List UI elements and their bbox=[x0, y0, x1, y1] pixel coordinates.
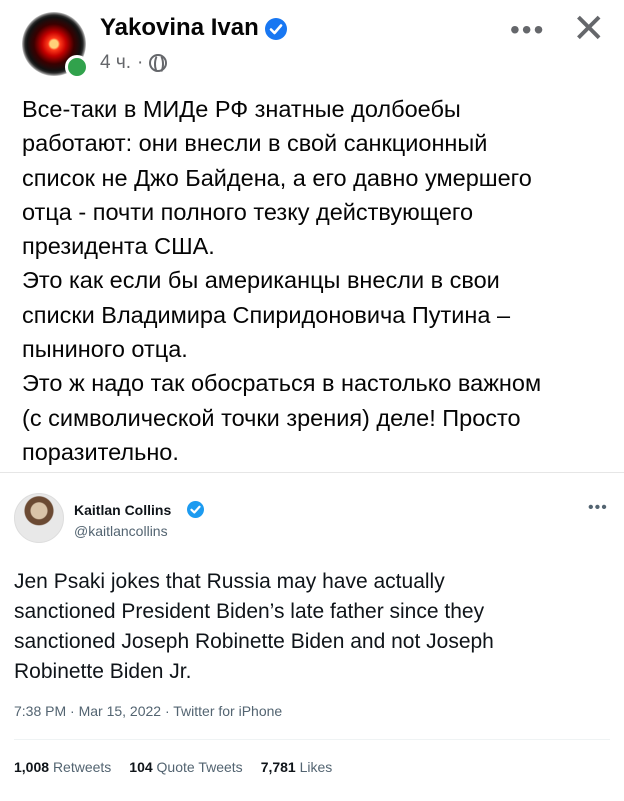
author-name[interactable]: Yakovina Ivan bbox=[100, 14, 259, 42]
post-time[interactable]: 4 ч. bbox=[100, 52, 131, 74]
retweets-count: 1,008 bbox=[14, 759, 50, 775]
tweet-more-icon[interactable]: ••• bbox=[588, 499, 608, 517]
post-line: поразительно. bbox=[22, 438, 179, 465]
post-header: Yakovina Ivan 4 ч. · ••• ✕ bbox=[0, 0, 624, 90]
retweets-stat[interactable]: 1,008 Retweets bbox=[14, 759, 111, 775]
post-text: Все-таки в МИДе РФ знатные долбоебы рабо… bbox=[22, 92, 612, 469]
online-status-icon bbox=[65, 55, 89, 79]
verified-icon bbox=[265, 18, 287, 40]
post-line: списки Владимира Спиридоновича Путина – bbox=[22, 301, 511, 328]
globe-icon bbox=[149, 54, 168, 74]
tweet-text: Jen Psaki jokes that Russia may have act… bbox=[14, 567, 610, 687]
tweet-line: sanctioned President Biden’s late father… bbox=[14, 600, 485, 623]
post-line: Все-таки в МИДе РФ знатные долбоебы bbox=[22, 96, 461, 122]
embedded-tweet[interactable]: Kaitlan Collins @kaitlancollins ••• Jen … bbox=[0, 472, 624, 801]
tweet-line: sanctioned Joseph Robinette Biden and no… bbox=[14, 630, 494, 653]
post-line: президента США. bbox=[22, 233, 215, 260]
meta-separator: · bbox=[137, 52, 144, 73]
tweet-line: Jen Psaki jokes that Russia may have act… bbox=[14, 570, 445, 593]
tweet-stats: 1,008 Retweets 104 Quote Tweets 7,781 Li… bbox=[14, 759, 332, 775]
retweets-label: Retweets bbox=[52, 759, 112, 775]
quotes-label: Quote Tweets bbox=[156, 759, 243, 775]
close-icon[interactable]: ✕ bbox=[572, 6, 606, 52]
post-line: пыниного отца. bbox=[22, 336, 188, 363]
tweet-author-name[interactable]: Kaitlan Collins bbox=[74, 502, 171, 518]
tweet-timestamp[interactable]: 7:38 PM · Mar 15, 2022 · Twitter for iPh… bbox=[14, 703, 282, 719]
quotes-count: 104 bbox=[129, 759, 153, 775]
likes-label: Likes bbox=[299, 759, 333, 775]
likes-count: 7,781 bbox=[260, 759, 296, 775]
post-meta: 4 ч. · bbox=[100, 52, 168, 74]
quote-tweets-stat[interactable]: 104 Quote Tweets bbox=[129, 759, 242, 775]
tweet-author-avatar[interactable] bbox=[14, 493, 64, 543]
post-line: список не Джо Байдена, а его давно умерш… bbox=[22, 164, 532, 191]
post-line: работают: они внесли в свой санкционный bbox=[22, 130, 488, 157]
tweet-line: Robinette Biden Jr. bbox=[14, 660, 192, 683]
likes-stat[interactable]: 7,781 Likes bbox=[261, 759, 333, 775]
divider bbox=[14, 739, 610, 740]
tweet-verified-icon bbox=[187, 501, 204, 518]
post-line: (с символической точки зрения) деле! Про… bbox=[22, 404, 521, 431]
post-line: Это ж надо так обосраться в настолько ва… bbox=[22, 370, 542, 397]
more-options-icon[interactable]: ••• bbox=[510, 14, 545, 46]
post-line: отца - почти полного тезку действующего bbox=[22, 198, 474, 225]
post-line: Это как если бы американцы внесли в свои bbox=[22, 267, 500, 294]
tweet-handle[interactable]: @kaitlancollins bbox=[74, 523, 168, 539]
